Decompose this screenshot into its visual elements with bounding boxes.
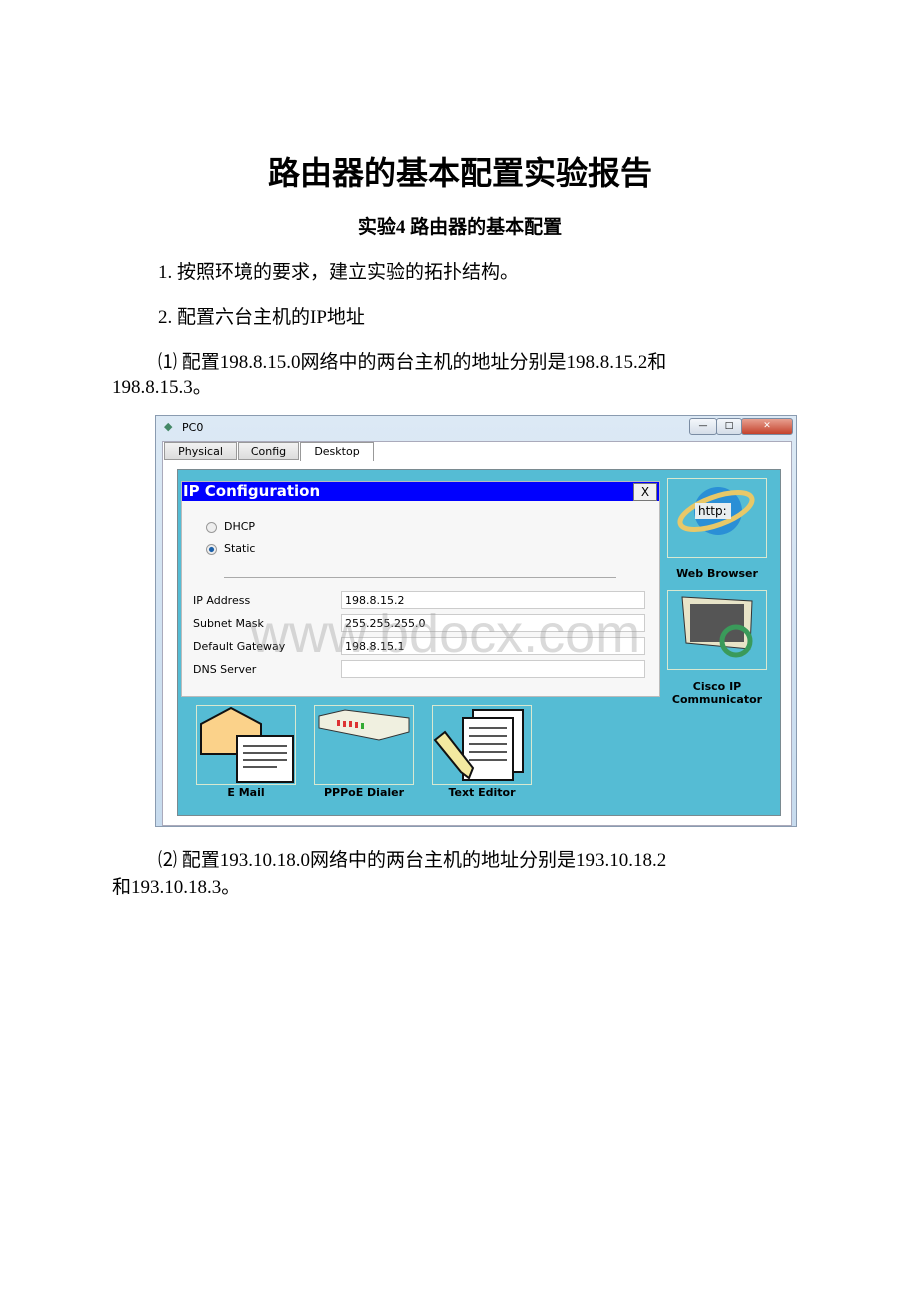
- paragraph: ⑵ 配置193.10.18.0网络中的两台主机的地址分别是193.10.18.2: [158, 850, 667, 871]
- tab-physical[interactable]: Physical: [164, 442, 237, 460]
- monitor-headset-icon: [681, 596, 753, 658]
- web-browser-button[interactable]: http:: [667, 478, 767, 558]
- email-label: E Mail: [227, 786, 265, 799]
- maximize-button[interactable]: □: [716, 418, 742, 435]
- cisco-ip-communicator-button[interactable]: [667, 590, 767, 670]
- paragraph: 198.8.15.3。: [112, 377, 212, 398]
- document-page: 路由器的基本配置实验报告 实验4 路由器的基本配置 1. 按照环境的要求，建立实…: [0, 0, 920, 1302]
- document-subtitle: 实验4 路由器的基本配置: [357, 217, 563, 238]
- dhcp-label: DHCP: [224, 520, 256, 533]
- paragraph: 2. 配置六台主机的IP地址: [158, 307, 365, 328]
- document-title: 路由器的基本配置实验报告: [267, 155, 652, 191]
- paragraph: 1. 按照环境的要求，建立实验的拓扑结构。: [158, 262, 520, 283]
- static-label: Static: [224, 542, 256, 555]
- window-title: PC0: [182, 421, 204, 434]
- watermark: www.bdocx.com: [250, 604, 641, 664]
- pppoe-dialer-button[interactable]: [314, 705, 414, 785]
- paragraph: ⑴ 配置198.8.15.0网络中的两台主机的地址分别是198.8.15.2和: [158, 352, 667, 373]
- web-browser-label: Web Browser: [676, 567, 758, 580]
- email-button[interactable]: [196, 705, 296, 785]
- globe-icon: http:: [677, 487, 755, 535]
- tab-config[interactable]: Config: [238, 442, 299, 460]
- close-button[interactable]: ✕: [741, 418, 793, 435]
- dialog-title: IP Configuration: [182, 482, 659, 501]
- dhcp-radio[interactable]: [206, 522, 217, 533]
- text-editor-icon: [433, 709, 524, 781]
- svg-text:http:: http:: [698, 504, 727, 518]
- cisco-ip-label-2: Communicator: [671, 693, 763, 706]
- modem-icon: [318, 709, 410, 741]
- pppoe-dialer-label: PPPoE Dialer: [323, 786, 405, 799]
- text-editor-label: Text Editor: [448, 786, 516, 799]
- cisco-ip-label-1: Cisco IP: [692, 680, 742, 693]
- envelope-icon: [200, 706, 294, 783]
- minimize-button[interactable]: —: [689, 418, 717, 435]
- pc-icon: ◆: [164, 420, 173, 433]
- ip-address-label: IP Address: [193, 594, 251, 607]
- tab-desktop[interactable]: Desktop: [300, 442, 374, 461]
- dialog-close-button[interactable]: X: [633, 483, 657, 501]
- static-radio[interactable]: [206, 544, 217, 555]
- divider: [224, 577, 616, 578]
- text-editor-button[interactable]: [432, 705, 532, 785]
- paragraph: 和193.10.18.3。: [112, 877, 241, 898]
- dns-server-label: DNS Server: [193, 663, 257, 676]
